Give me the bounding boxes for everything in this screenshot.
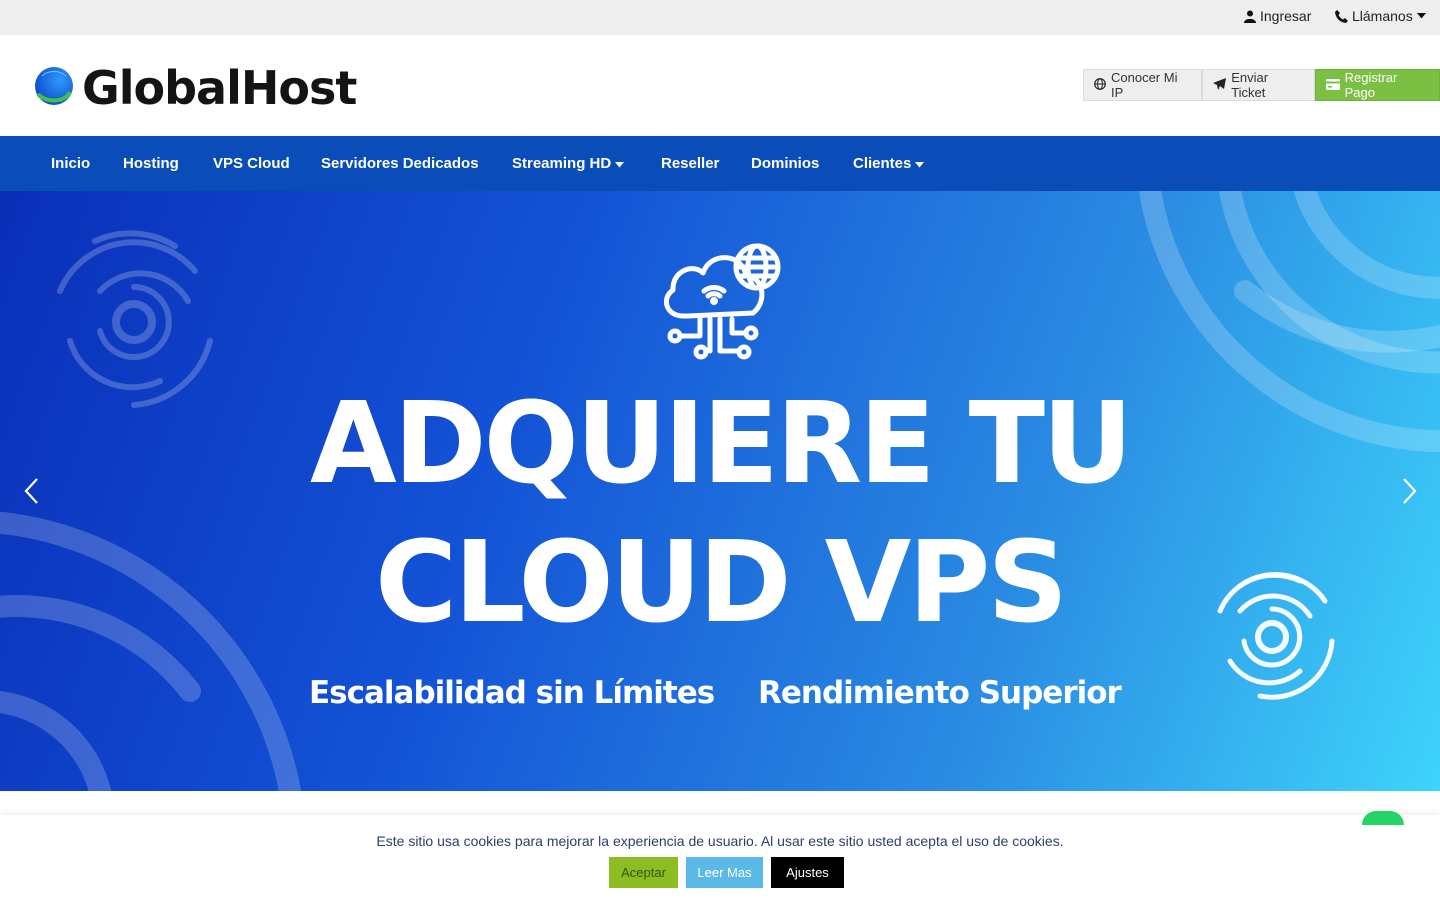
nav-item-label: Streaming HD bbox=[512, 155, 612, 172]
hero-subtitle-right: Rendimiento Superior bbox=[758, 675, 1122, 711]
whatsapp-icon[interactable] bbox=[1362, 811, 1404, 825]
nav-item-inicio[interactable]: Inicio bbox=[51, 136, 90, 191]
site-logo[interactable]: GlobalHost bbox=[34, 61, 357, 115]
site-header: GlobalHost Conocer Mi IP Enviar Ticket R… bbox=[0, 35, 1440, 136]
slider-prev-button[interactable] bbox=[20, 476, 44, 506]
my-ip-button[interactable]: Conocer Mi IP bbox=[1083, 69, 1203, 101]
paper-plane-icon bbox=[1213, 77, 1227, 93]
cloud-network-icon bbox=[663, 243, 781, 360]
logo-text: GlobalHost bbox=[82, 61, 357, 115]
register-payment-label: Registrar Pago bbox=[1344, 70, 1398, 100]
call-label: Llámanos bbox=[1352, 8, 1413, 24]
nav-item-label: Inicio bbox=[51, 155, 91, 172]
credit-card-icon bbox=[1325, 78, 1340, 93]
header-action-buttons: Conocer Mi IP Enviar Ticket Registrar Pa… bbox=[1083, 69, 1440, 101]
caret-down-icon bbox=[915, 155, 925, 172]
caret-down-icon bbox=[1416, 13, 1426, 19]
caret-down-icon bbox=[615, 155, 625, 172]
nav-item-hosting[interactable]: Hosting bbox=[123, 136, 179, 191]
cookie-settings-button[interactable]: Ajustes bbox=[771, 857, 844, 888]
hero-subtitle-left: Escalabilidad sin Límites bbox=[309, 675, 715, 711]
nav-item-label: VPS Cloud bbox=[213, 155, 290, 172]
top-utility-bar: Ingresar Llámanos bbox=[0, 0, 1440, 35]
globe-icon bbox=[1094, 77, 1106, 93]
cookie-accept-button[interactable]: Aceptar bbox=[609, 857, 678, 888]
slider-next-button[interactable] bbox=[1397, 476, 1421, 506]
nav-item-dominios[interactable]: Dominios bbox=[751, 136, 819, 191]
cookie-buttons: Aceptar Leer Mas Ajustes bbox=[609, 857, 844, 888]
send-ticket-button[interactable]: Enviar Ticket bbox=[1202, 69, 1315, 101]
nav-item-label: Dominios bbox=[751, 155, 820, 172]
my-ip-label: Conocer Mi IP bbox=[1111, 70, 1178, 100]
call-us-dropdown[interactable]: Llámanos bbox=[1335, 8, 1426, 24]
nav-item-label: Hosting bbox=[123, 155, 179, 172]
hero-title-line1: ADQUIERE TU bbox=[309, 379, 1133, 509]
globe-logo-icon bbox=[34, 66, 74, 111]
main-navigation: Inicio Hosting VPS Cloud Servidores Dedi… bbox=[0, 136, 1440, 191]
cookie-message: Este sitio usa cookies para mejorar la e… bbox=[376, 833, 1064, 849]
nav-item-label: Servidores Dedicados bbox=[321, 155, 479, 172]
nav-item-reseller[interactable]: Reseller bbox=[661, 136, 719, 191]
login-link[interactable]: Ingresar bbox=[1244, 8, 1311, 24]
nav-item-label: Reseller bbox=[661, 155, 720, 172]
nav-item-vps-cloud[interactable]: VPS Cloud bbox=[213, 136, 290, 191]
hero-title-line2: CLOUD VPS bbox=[374, 518, 1068, 648]
user-icon bbox=[1244, 10, 1256, 23]
login-label: Ingresar bbox=[1260, 8, 1312, 24]
hero-slider: ADQUIERE TU CLOUD VPS Escalabilidad sin … bbox=[0, 191, 1440, 791]
nav-item-streaming-hd[interactable]: Streaming HD bbox=[512, 136, 625, 191]
nav-item-servidores-dedicados[interactable]: Servidores Dedicados bbox=[321, 136, 479, 191]
cookie-banner: Este sitio usa cookies para mejorar la e… bbox=[0, 811, 1440, 900]
chevron-right-icon bbox=[1397, 478, 1421, 510]
phone-icon bbox=[1335, 9, 1348, 23]
register-payment-button[interactable]: Registrar Pago bbox=[1314, 69, 1440, 101]
cookie-read-more-button[interactable]: Leer Mas bbox=[686, 857, 763, 888]
nav-item-label: Clientes bbox=[853, 155, 912, 172]
nav-item-clientes[interactable]: Clientes bbox=[853, 136, 925, 191]
send-ticket-label: Enviar Ticket bbox=[1231, 70, 1269, 100]
chevron-left-icon bbox=[20, 478, 44, 510]
